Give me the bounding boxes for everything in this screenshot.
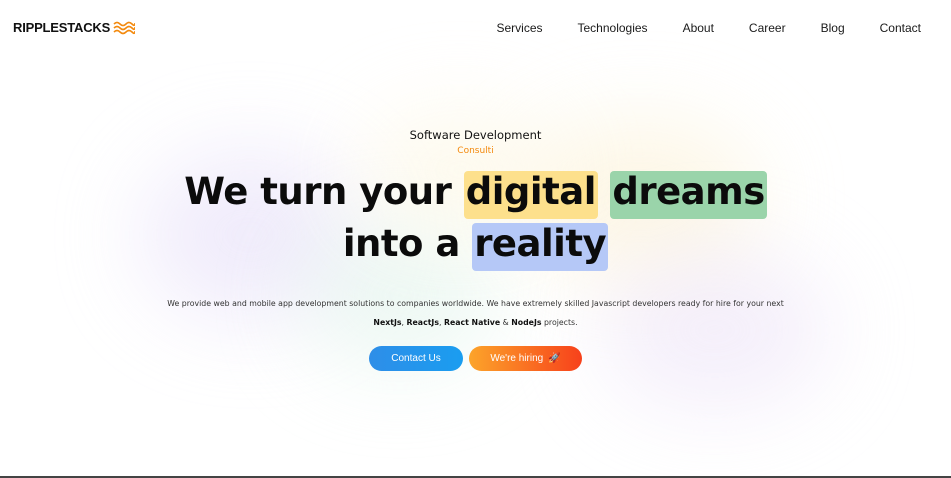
tech-reactjs: ReactJs — [406, 318, 439, 327]
hero-headline-line1: We turn your digital dreams — [0, 170, 951, 219]
ampersand: & — [502, 318, 509, 327]
hiring-label: We're hiring — [490, 353, 544, 364]
tech-nextjs: NextJs — [373, 318, 402, 327]
description-text: We provide web and mobile app developmen… — [167, 299, 784, 308]
hero-description: We provide web and mobile app developmen… — [0, 294, 951, 332]
nav-services[interactable]: Services — [496, 21, 542, 35]
brand-name: RIPPLESTACKS — [13, 20, 111, 35]
hero-actions: Contact Us We're hiring 🚀 — [0, 346, 951, 371]
nav-technologies[interactable]: Technologies — [578, 21, 648, 35]
hero-section: Software Development Consulti We turn yo… — [0, 0, 951, 478]
nav-blog[interactable]: Blog — [821, 21, 845, 35]
headline-text: into a — [342, 222, 473, 265]
contact-us-button[interactable]: Contact Us — [369, 346, 463, 371]
highlight-dreams: dreams — [610, 171, 767, 219]
tech-nodejs: NodeJs — [511, 318, 542, 327]
waves-icon — [113, 21, 136, 34]
rocket-icon: 🚀 — [548, 353, 561, 364]
main-nav: Services Technologies About Career Blog … — [496, 21, 921, 35]
site-header: RIPPLESTACKS Services Technologies About… — [0, 0, 951, 56]
hiring-button[interactable]: We're hiring 🚀 — [469, 346, 582, 371]
separator: , — [401, 318, 405, 327]
brand-logo[interactable]: RIPPLESTACKS — [13, 20, 136, 35]
highlight-digital: digital — [463, 171, 598, 219]
highlight-reality: reality — [472, 223, 609, 271]
tech-react-native: React Native — [443, 318, 501, 327]
nav-career[interactable]: Career — [749, 21, 786, 35]
hero-headline-line2: into a reality — [0, 222, 951, 271]
separator: , — [438, 318, 442, 327]
hero-eyebrow: Software Development — [409, 128, 542, 142]
headline-text: We turn your — [184, 170, 464, 213]
description-tail: projects. — [543, 318, 578, 327]
nav-contact[interactable]: Contact — [880, 21, 921, 35]
hero-eyebrow-sub: Consulti — [457, 146, 494, 156]
nav-about[interactable]: About — [683, 21, 714, 35]
contact-us-label: Contact Us — [391, 353, 441, 364]
